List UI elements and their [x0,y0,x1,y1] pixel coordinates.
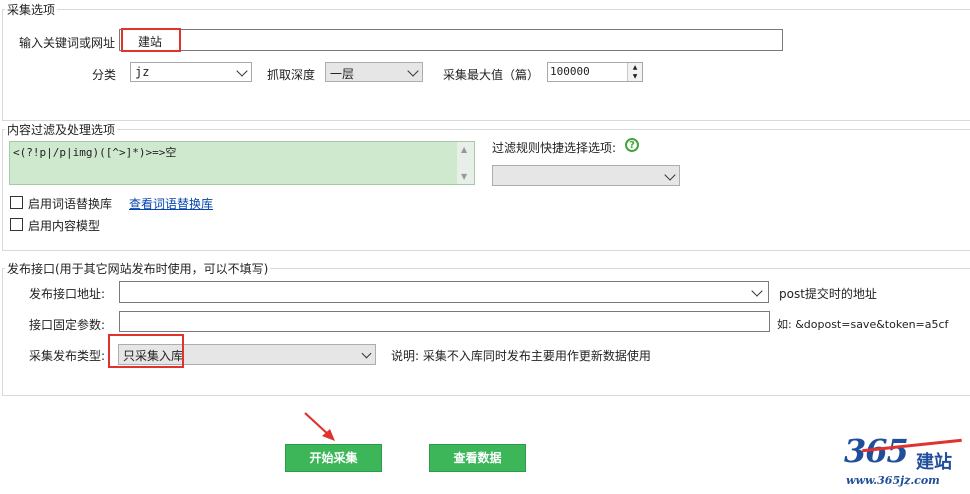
site-logo: 365 建站 www.365jz.com [840,432,965,490]
filter-rule-text: <(?!p|/p|img)([^>]*)>=>空 [13,146,177,159]
max-label: 采集最大值（篇） [443,68,540,82]
keyword-highlight [121,28,181,52]
logo-text: 建站 [916,452,952,473]
question-circle-icon[interactable]: ? [625,138,639,152]
chevron-down-icon [361,348,372,359]
logo-number: 365 [844,432,909,470]
scroll-down-icon[interactable]: ▼ [461,172,467,181]
filter-options-legend: 内容过滤及处理选项 [5,121,118,138]
scroll-up-icon[interactable]: ▲ [461,145,467,154]
logo-url: www.365jz.com [846,474,940,487]
max-stepper[interactable]: 100000 ▲ ▼ [547,62,643,82]
chevron-down-icon [407,65,419,77]
keyword-input[interactable]: 建站 [119,29,783,51]
chevron-down-icon [236,65,248,77]
textarea-scrollbar[interactable]: ▲ ▼ [457,142,474,184]
api-params-input[interactable] [119,311,770,332]
collect-options-legend: 采集选项 [5,1,58,18]
chevron-down-icon [664,169,676,181]
keyword-label: 输入关键词或网址 [19,36,116,50]
start-collect-label: 开始采集 [309,451,358,465]
view-replace-lib-link[interactable]: 查看词语替换库 [129,195,213,212]
publish-type-hint: 说明: 采集不入库同时发布主要用作更新数据使用 [391,349,651,363]
depth-select[interactable]: 一层 [325,62,423,82]
category-value: jz [135,65,150,79]
quick-rule-select[interactable] [492,165,680,186]
view-data-label: 查看数据 [453,451,502,465]
pointer-arrow-icon [304,412,335,441]
depth-label: 抓取深度 [267,68,316,82]
view-data-button[interactable]: 查看数据 [429,444,526,472]
category-select[interactable]: jz [130,62,252,82]
replace-lib-checkbox[interactable] [10,196,23,209]
replace-lib-label: 启用词语替换库 [28,197,113,211]
publish-type-label: 采集发布类型: [29,349,106,363]
publish-api-legend: 发布接口(用于其它网站发布时使用，可以不填写) [5,260,271,277]
chevron-down-icon [751,285,763,297]
publish-type-highlight [108,334,184,368]
start-collect-button[interactable]: 开始采集 [285,444,382,472]
filter-rule-textarea[interactable]: <(?!p|/p|img)([^>]*)>=>空 ▲ ▼ [9,141,475,185]
quick-select-label: 过滤规则快捷选择选项: [492,141,617,155]
depth-value: 一层 [330,67,355,81]
category-label: 分类 [92,68,117,82]
api-params-hint: 如: &dopost=save&token=a5cf [777,316,948,332]
api-params-label: 接口固定参数: [29,318,106,332]
publish-url-hint: post提交时的地址 [779,287,877,301]
publish-url-label: 发布接口地址: [29,287,106,301]
max-value: 100000 [550,65,590,78]
api-params-hint-text: 如: &dopost=save&token=a5cf [777,318,949,331]
stepper-down-icon[interactable]: ▼ [627,72,642,81]
content-model-label: 启用内容模型 [28,219,101,233]
publish-url-input[interactable] [119,281,769,303]
content-model-checkbox[interactable] [10,218,23,231]
